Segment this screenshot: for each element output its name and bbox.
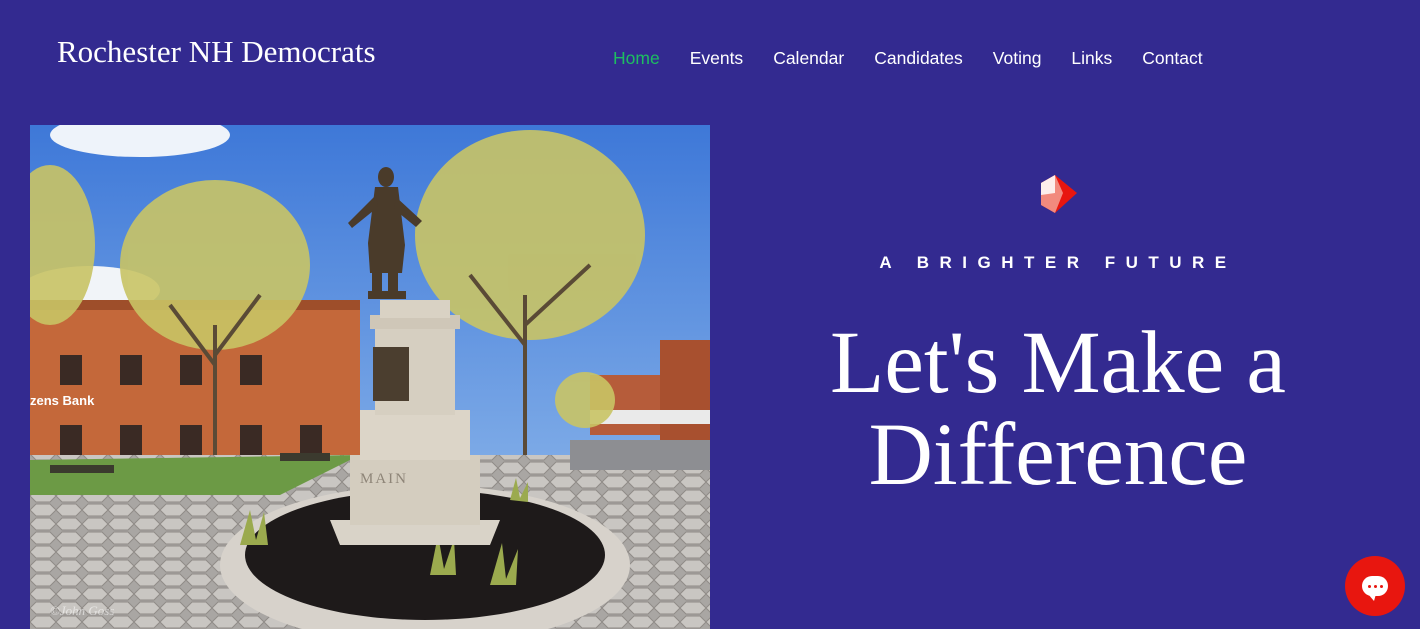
nav-item-links[interactable]: Links xyxy=(1056,45,1127,71)
hero-headline-line1: Let's Make a xyxy=(830,314,1286,412)
main-nav: Home Events Calendar Candidates Voting L… xyxy=(598,45,1218,71)
hero-headline: Let's Make a Difference xyxy=(710,317,1406,501)
chat-icon xyxy=(1362,576,1388,601)
nav-item-contact[interactable]: Contact xyxy=(1127,45,1217,71)
hero-headline-line2: Difference xyxy=(868,406,1248,504)
nav-item-calendar[interactable]: Calendar xyxy=(758,45,859,71)
chat-button[interactable] xyxy=(1345,556,1405,616)
nav-item-events[interactable]: Events xyxy=(675,45,759,71)
nav-item-home[interactable]: Home xyxy=(598,45,675,71)
photo-credit: ©John Goss xyxy=(50,603,114,618)
nav-item-candidates[interactable]: Candidates xyxy=(859,45,978,71)
hero-photo-statue: zens Bank MAIN ©John Goss xyxy=(30,125,710,629)
pedestal-inscription: MAIN xyxy=(360,471,408,487)
site-title[interactable]: Rochester NH Democrats xyxy=(57,34,376,70)
hero-tagline: A BRIGHTER FUTURE xyxy=(879,253,1237,272)
play-logo-icon xyxy=(1037,173,1081,215)
hero-text-panel: A BRIGHTER FUTURE Let's Make a Differenc… xyxy=(710,125,1420,629)
photo-sign-text: zens Bank xyxy=(30,393,95,408)
nav-item-voting[interactable]: Voting xyxy=(978,45,1057,71)
hero-photo-illustration: zens Bank MAIN ©John Goss xyxy=(30,125,710,629)
